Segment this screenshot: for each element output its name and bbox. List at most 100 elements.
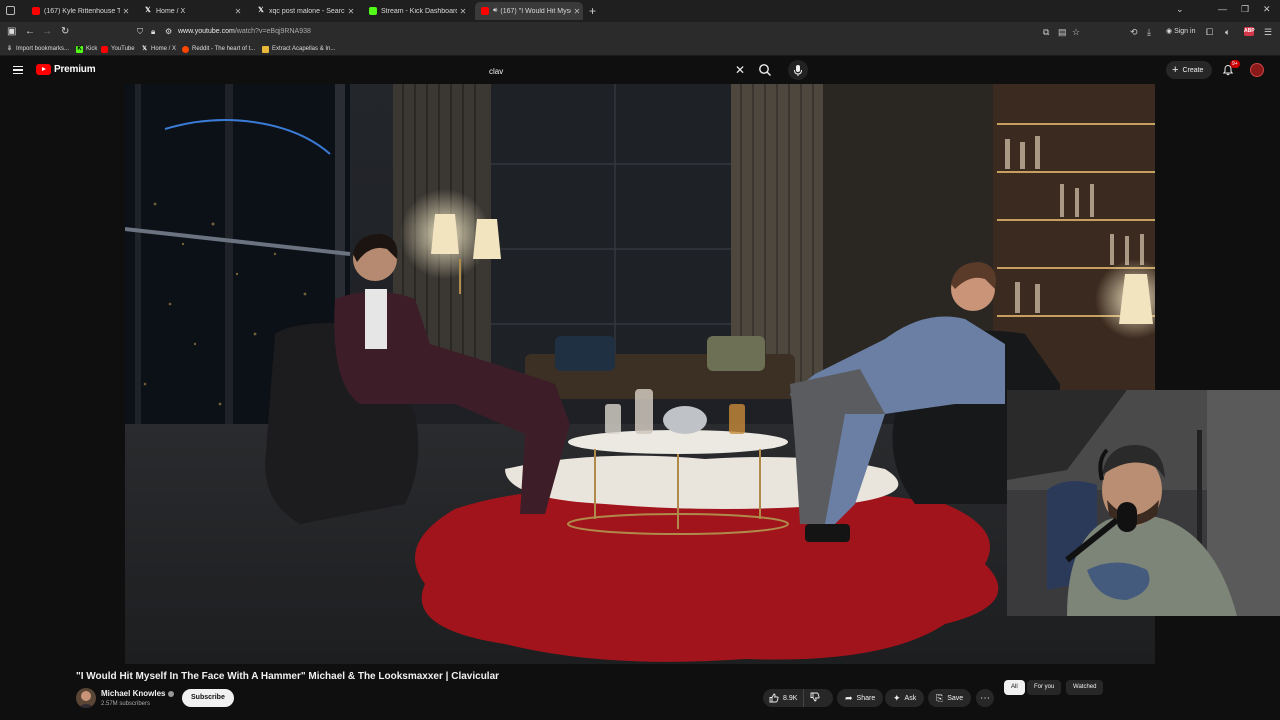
folder-icon xyxy=(262,45,269,53)
bookmark-label: Kick xyxy=(86,46,98,52)
voice-search-button[interactable] xyxy=(788,60,808,80)
menu-icon[interactable]: ☰ xyxy=(1264,26,1272,38)
sidebar-toggle-icon[interactable] xyxy=(6,6,15,15)
browser-tab-3[interactable]: 𝕏 xqc post malone - Search / X ✕ xyxy=(251,2,357,20)
tab-title: (167) Kyle Rittenhouse TRASHE xyxy=(44,7,120,15)
browser-tab-2[interactable]: 𝕏 Home / X ✕ xyxy=(138,2,244,20)
close-tab-icon[interactable]: ✕ xyxy=(120,7,132,16)
tab-title: Stream - Kick Dashboard xyxy=(381,7,457,15)
video-frame-scene xyxy=(125,84,1155,664)
search-box xyxy=(483,61,751,81)
url-field[interactable]: www.youtube.com/watch?v=eBqj9RNA938 xyxy=(178,26,311,38)
reload-icon[interactable]: ↻ xyxy=(61,25,69,39)
bookmark-import[interactable]: ⇩ Import bookmarks... xyxy=(6,44,69,54)
browser-tab-strip: (167) Kyle Rittenhouse TRASHE ✕ 𝕏 Home /… xyxy=(0,0,1280,22)
bookmark-reddit[interactable]: Reddit - The heart of t... xyxy=(182,44,255,54)
bookmark-label: Import bookmarks... xyxy=(16,46,70,52)
save-playlist-icon: ⎘ xyxy=(936,692,944,703)
url-path: /watch?v=eBqj9RNA938 xyxy=(234,28,311,35)
tab-title: xqc post malone - Search / X xyxy=(269,7,345,15)
close-tab-icon[interactable]: ✕ xyxy=(345,7,357,16)
more-actions-button[interactable]: ⋯ xyxy=(976,689,994,707)
search-icon[interactable] xyxy=(757,62,773,78)
kick-favicon-icon xyxy=(369,7,377,15)
youtube-play-icon xyxy=(36,64,51,75)
close-tab-icon[interactable]: ✕ xyxy=(571,7,583,16)
new-tab-button[interactable]: + xyxy=(589,2,596,20)
ask-button[interactable]: ✦ Ask xyxy=(885,689,925,707)
import-icon: ⇩ xyxy=(6,45,13,52)
close-window-icon[interactable]: ✕ xyxy=(1263,4,1271,15)
page-bottom-edge xyxy=(0,714,1280,720)
lock-icon[interactable]: 🔒︎ xyxy=(151,25,155,39)
ask-label: Ask xyxy=(904,694,917,702)
tab-list-chevron-icon[interactable]: ⌄ xyxy=(1176,4,1184,15)
chip-all[interactable]: All xyxy=(1004,680,1025,695)
video-title: "I Would Hit Myself In The Face With A H… xyxy=(76,671,500,682)
site-settings-icon[interactable]: ⚙ xyxy=(165,25,172,39)
bookmark-home-x[interactable]: 𝕏 Home / X xyxy=(141,44,176,54)
clear-search-icon[interactable]: ✕ xyxy=(735,63,745,77)
youtube-premium-logo[interactable]: Premium xyxy=(36,64,96,75)
chip-watched[interactable]: Watched xyxy=(1066,680,1104,695)
like-button[interactable]: 8.9K xyxy=(763,689,805,707)
bookmark-star-icon[interactable]: ☆ xyxy=(1072,26,1080,38)
browser-address-bar: ▣ ← → ↻ ⛉ 🔒︎ ⚙ www.youtube.com/watch?v=e… xyxy=(0,22,1280,42)
back-arrow-icon[interactable]: ← xyxy=(25,25,35,39)
channel-name[interactable]: Michael Knowles xyxy=(101,689,175,699)
chip-for-you[interactable]: For you xyxy=(1027,680,1062,695)
verified-check-icon xyxy=(168,690,175,697)
browser-tab-4[interactable]: Stream - Kick Dashboard ✕ xyxy=(363,2,469,20)
reader-view-icon[interactable]: ▤ xyxy=(1058,26,1067,38)
sign-in-button[interactable]: ◉ Sign in xyxy=(1166,26,1195,38)
youtube-icon xyxy=(101,45,108,53)
account-avatar[interactable] xyxy=(1250,63,1264,77)
bookmark-label: Extract Acapellas & In... xyxy=(272,46,336,52)
speaker-icon[interactable]: 🔈︎ xyxy=(1225,26,1230,38)
adblock-icon[interactable]: ABP xyxy=(1244,27,1255,36)
browser-tab-1[interactable]: (167) Kyle Rittenhouse TRASHE ✕ xyxy=(26,2,132,20)
x-favicon-icon: 𝕏 xyxy=(145,7,151,14)
microphone-icon xyxy=(794,65,802,76)
channel-avatar[interactable] xyxy=(76,688,96,708)
account-icon: ◉ xyxy=(1166,28,1175,35)
like-count: 8.9K xyxy=(783,694,798,702)
create-button[interactable]: + Create xyxy=(1166,61,1213,79)
minimize-window-icon[interactable]: — xyxy=(1218,4,1227,14)
close-tab-icon[interactable]: ✕ xyxy=(457,7,469,16)
sidebar-icon[interactable]: ▣ xyxy=(7,25,16,39)
bookmarks-bar: ⇩ Import bookmarks... K Kick YouTube 𝕏 Home… xyxy=(0,42,1280,56)
browser-tab-5-active[interactable]: 🔊︎ (167) "I Would Hit Myself I… ✕ xyxy=(475,2,583,20)
share-button[interactable]: ➦ Share xyxy=(837,689,884,707)
restore-window-icon[interactable]: ❐ xyxy=(1241,4,1249,15)
speaker-icon[interactable]: 🔊︎ xyxy=(493,7,497,15)
bookmark-kick[interactable]: K Kick xyxy=(76,44,97,54)
more-horizontal-icon: ⋯ xyxy=(980,692,990,704)
subscribe-button[interactable]: Subscribe xyxy=(182,689,234,707)
url-host: www.youtube.com xyxy=(178,28,235,35)
video-player[interactable] xyxy=(125,84,1155,664)
screenshot-icon[interactable]: ⧉ xyxy=(1043,26,1049,38)
save-button[interactable]: ⎘ Save xyxy=(928,689,972,707)
subscriber-count: 2.57M subscribers xyxy=(101,701,151,707)
logo-text: Premium xyxy=(54,64,96,75)
bookmark-youtube[interactable]: YouTube xyxy=(101,44,135,54)
guide-menu-icon[interactable] xyxy=(13,66,23,74)
x-icon: 𝕏 xyxy=(142,45,147,52)
plus-icon: + xyxy=(1172,64,1179,76)
youtube-masthead: Premium ✕ + Create 9+ xyxy=(0,56,1280,84)
search-input[interactable] xyxy=(483,62,751,81)
close-tab-icon[interactable]: ✕ xyxy=(232,7,244,16)
sparkle-icon: ✦ xyxy=(893,692,901,703)
kick-icon: K xyxy=(76,45,83,53)
downloads-icon[interactable]: ⤓ xyxy=(1147,26,1151,38)
history-icon[interactable]: ⟲ xyxy=(1130,26,1138,38)
bookmark-label: Home / X xyxy=(151,46,177,52)
dislike-button[interactable] xyxy=(804,692,826,704)
forward-arrow-icon[interactable]: → xyxy=(42,25,52,39)
bookmark-extract-acapellas[interactable]: Extract Acapellas & In... xyxy=(262,44,335,54)
shield-icon[interactable]: ⛉ xyxy=(137,25,143,39)
bookmark-label: Reddit - The heart of t... xyxy=(192,46,256,52)
x-favicon-icon: 𝕏 xyxy=(258,7,264,14)
extensions-icon[interactable]: ⧠ xyxy=(1206,26,1213,38)
